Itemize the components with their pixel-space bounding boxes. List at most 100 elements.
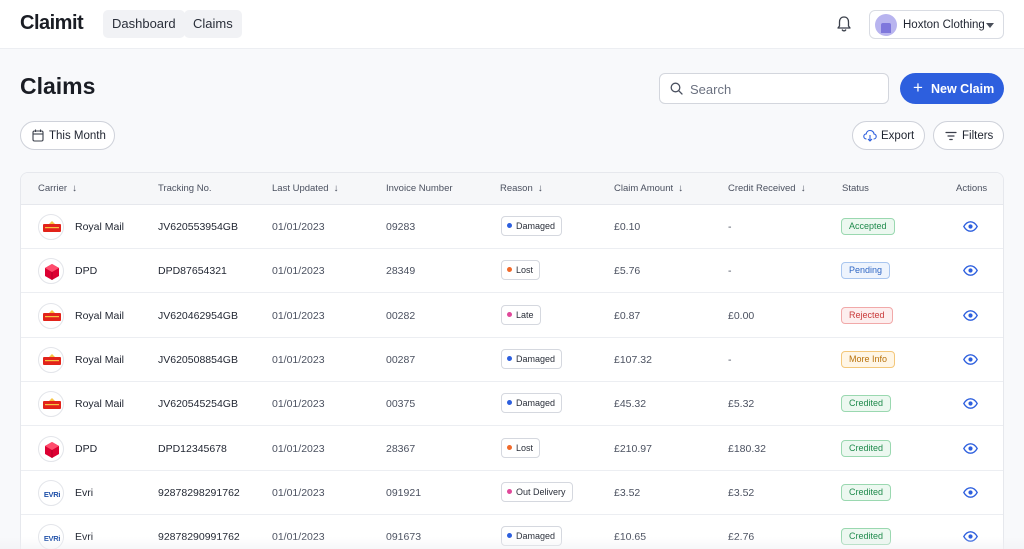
tracking-number: JV620545254GB	[158, 398, 238, 411]
view-eye-icon[interactable]	[963, 265, 978, 277]
carrier-name: Royal Mail	[75, 309, 125, 322]
view-eye-icon[interactable]	[963, 531, 978, 542]
royal-mail-logo	[38, 346, 64, 373]
svg-text:EVRi: EVRi	[44, 534, 61, 543]
credit-received: £5.32	[728, 398, 755, 411]
nav-tab-dashboard[interactable]: Dashboard	[103, 10, 185, 38]
claim-amount: £210.97	[614, 442, 652, 455]
cloud-download-icon	[863, 129, 877, 142]
date-range-button[interactable]: This Month	[20, 121, 115, 150]
search-input[interactable]	[690, 79, 880, 99]
reason-dot-icon	[507, 533, 512, 539]
carrier-name: Royal Mail	[75, 353, 125, 366]
evri-logo: EVRi	[38, 524, 64, 549]
table-row[interactable]: Royal Mail JV620553954GB 01/01/2023 09283 Da…	[21, 205, 1003, 249]
claim-amount: £10.65	[614, 531, 647, 544]
column-header-reason[interactable]: Reason ↓	[500, 183, 543, 194]
last-updated: 01/01/2023	[272, 353, 325, 366]
view-eye-icon[interactable]	[963, 486, 978, 498]
column-header-carrier[interactable]: Carrier ↓	[38, 183, 77, 194]
plus-icon: +	[913, 78, 923, 97]
royal-mail-logo	[38, 302, 64, 329]
invoice-number: 28367	[386, 442, 416, 455]
carrier-name: Evri	[75, 531, 94, 544]
credit-received: £2.76	[728, 531, 755, 544]
invoice-number: 28349	[386, 265, 416, 278]
tracking-number: JV620553954GB	[158, 221, 238, 233]
reason-badge: Damaged	[501, 348, 563, 369]
tracking-number: DPD87654321	[158, 265, 227, 278]
reason-badge: Lost	[501, 260, 541, 281]
reason-dot-icon	[507, 223, 512, 228]
account-avatar	[875, 14, 897, 36]
reason-dot-icon	[507, 444, 512, 450]
tracking-number: JV620462954GB	[158, 309, 238, 322]
calendar-icon	[32, 129, 44, 142]
column-header-credit-received[interactable]: Credit Received ↓	[728, 183, 806, 194]
column-header-actions: Actions	[956, 183, 988, 194]
search-box[interactable]	[659, 73, 889, 104]
filters-button[interactable]: Filters	[933, 121, 1004, 150]
last-updated: 01/01/2023	[272, 309, 325, 322]
table-row[interactable]: Royal Mail JV620508854GB 01/01/2023 00287 Da…	[21, 337, 1003, 382]
credit-received: -	[728, 265, 732, 278]
export-label: Export	[881, 130, 915, 142]
dpd-logo	[38, 435, 64, 462]
reason-dot-icon	[507, 488, 512, 494]
reason-badge: Damaged	[501, 393, 563, 414]
export-button[interactable]: Export	[852, 121, 925, 150]
reason-dot-icon	[507, 400, 512, 406]
table-row[interactable]: DPD DPD87654321 01/01/2023 28349 Lost £5.76 - P…	[21, 249, 1003, 294]
carrier-name: DPD	[75, 265, 98, 278]
view-eye-icon[interactable]	[963, 309, 978, 321]
status-badge: Rejected	[841, 306, 893, 324]
status-badge: Credited	[841, 395, 892, 413]
claim-amount: £5.76	[614, 265, 641, 278]
reason-badge: Damaged	[501, 216, 563, 236]
column-header-tracking: Tracking No.	[158, 183, 212, 194]
table-header: Carrier ↓ Tracking No. Last Updated ↓ Invo…	[21, 173, 1003, 205]
tracking-number: DPD12345678	[158, 442, 227, 455]
evri-logo: EVRi	[38, 479, 64, 506]
claim-amount: £3.52	[614, 486, 641, 499]
nav-tab-claims[interactable]: Claims	[184, 10, 242, 38]
view-eye-icon[interactable]	[963, 221, 978, 232]
column-header-last-updated[interactable]: Last Updated ↓	[272, 183, 339, 194]
reason-dot-icon	[507, 355, 512, 361]
column-header-claim-amount[interactable]: Claim Amount ↓	[614, 183, 683, 194]
carrier-name: DPD	[75, 442, 98, 455]
reason-dot-icon	[507, 311, 512, 317]
new-claim-label: New Claim	[931, 82, 995, 96]
table-row[interactable]: EVRi Evri 92878298291762 01/01/2023 091921 Ou…	[21, 470, 1003, 515]
carrier-name: Evri	[75, 486, 94, 499]
account-switcher[interactable]: Hoxton Clothing	[869, 10, 1004, 39]
reason-badge: Damaged	[501, 526, 563, 547]
claim-amount: £0.87	[614, 309, 641, 322]
last-updated: 01/01/2023	[272, 265, 325, 278]
last-updated: 01/01/2023	[272, 486, 325, 499]
view-eye-icon[interactable]	[963, 442, 978, 454]
new-claim-button[interactable]: + New Claim	[900, 73, 1004, 104]
reason-badge: Out Delivery	[501, 481, 573, 502]
royal-mail-logo	[38, 391, 64, 418]
date-range-label: This Month	[49, 130, 106, 142]
column-header-status: Status	[842, 183, 869, 194]
notification-bell-icon[interactable]	[836, 15, 852, 33]
credit-received: £180.32	[728, 442, 766, 455]
filters-label: Filters	[962, 130, 994, 142]
table-row[interactable]: Royal Mail JV620545254GB 01/01/2023 00375 Da…	[21, 382, 1003, 427]
reason-badge: Lost	[501, 437, 541, 458]
credit-received: -	[728, 221, 732, 233]
tracking-number: 92878290991762	[158, 531, 240, 544]
claim-amount: £107.32	[614, 353, 652, 366]
app-logo[interactable]: Claimit	[20, 12, 84, 35]
status-badge: Credited	[841, 528, 892, 546]
status-badge: More Info	[841, 350, 896, 368]
table-row[interactable]: DPD DPD12345678 01/01/2023 28367 Lost £210.97…	[21, 426, 1003, 471]
view-eye-icon[interactable]	[963, 354, 978, 365]
carrier-name: Royal Mail	[75, 398, 125, 411]
view-eye-icon[interactable]	[963, 398, 978, 410]
claim-amount: £45.32	[614, 398, 647, 411]
table-row[interactable]: Royal Mail JV620462954GB 01/01/2023 00282 La…	[21, 293, 1003, 338]
table-row[interactable]: EVRi Evri 92878290991762 01/01/2023 091673 Da…	[21, 515, 1003, 549]
